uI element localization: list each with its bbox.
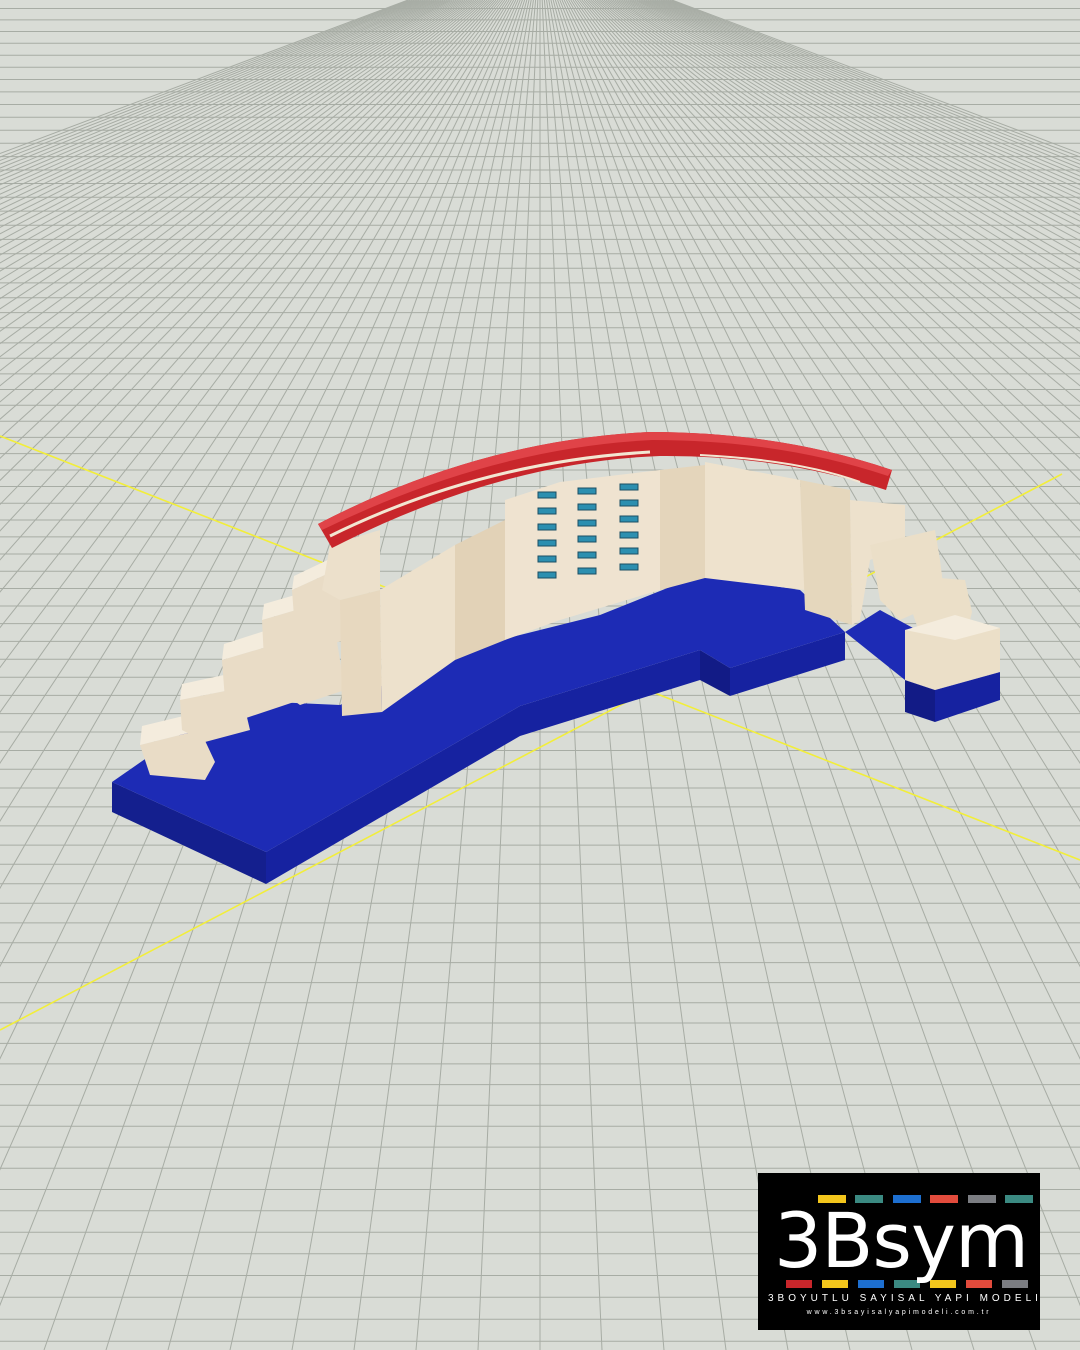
window [537,507,557,515]
logo-wordmark: 3Bsym [773,1196,1029,1285]
window [577,567,597,575]
window [619,531,639,539]
window [537,491,557,499]
window [619,547,639,555]
window [619,483,639,491]
window [619,563,639,571]
window [537,539,557,547]
window [537,523,557,531]
scene-canvas[interactable] [0,0,1080,1350]
window [577,487,597,495]
brand-logo: 3Bsym 3BOYUTLU SAYISAL YAPI MODELI www.3… [758,1173,1040,1330]
logo-url: www.3bsayisalyapimodeli.com.tr [806,1309,992,1316]
logo-tagline: 3BOYUTLU SAYISAL YAPI MODELI [768,1293,1042,1304]
window [577,551,597,559]
window [619,515,639,523]
window [577,519,597,527]
window [537,555,557,563]
window [537,571,557,579]
window [577,503,597,511]
3d-viewport[interactable]: 3Bsym 3BOYUTLU SAYISAL YAPI MODELI www.3… [0,0,1080,1350]
window [577,535,597,543]
window [619,499,639,507]
